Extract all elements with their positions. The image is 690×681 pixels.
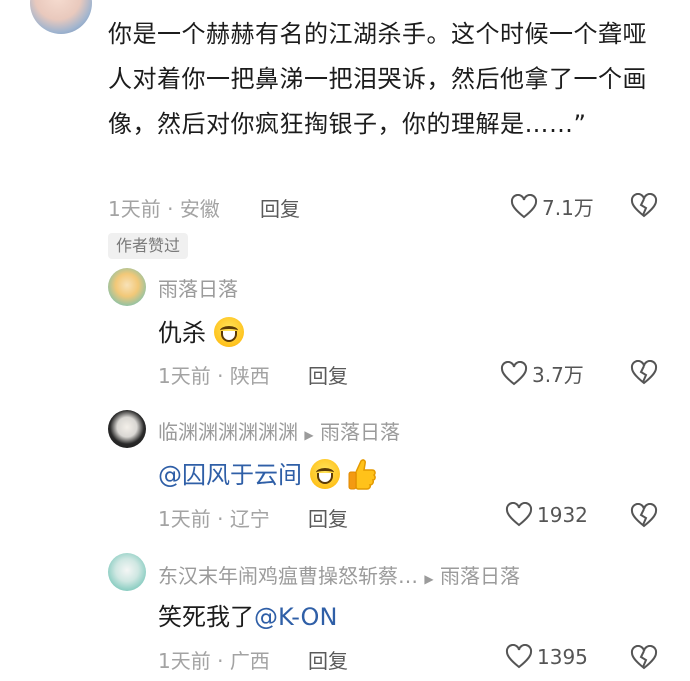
reply-button[interactable]: 回复: [308, 360, 348, 389]
mention-link[interactable]: @K-ON: [254, 603, 337, 631]
avatar[interactable]: [108, 410, 146, 448]
reply-text-content: 笑死我了: [158, 603, 254, 631]
reply-location: 广西: [229, 649, 270, 673]
avatar[interactable]: [30, 0, 92, 34]
broken-heart-icon[interactable]: [630, 645, 658, 671]
like-count: 1932: [537, 503, 588, 527]
comment-time: 1天前: [108, 197, 161, 221]
reply-button[interactable]: 回复: [308, 645, 348, 674]
reply-meta: 1天前 · 陕西: [158, 360, 270, 389]
triangle-right-icon: ▶: [304, 428, 314, 442]
comment-meta: 1天前 · 安徽: [108, 193, 220, 222]
reply-username-row: 东汉末年闹鸡瘟曹操怒斩蔡… ▶ 雨落日落: [158, 560, 520, 589]
reply-text-content: 仇杀: [158, 319, 206, 347]
heart-outline-icon: [505, 502, 533, 527]
reply-text: 笑死我了@K-ON: [158, 597, 337, 632]
reply-to-username[interactable]: 雨落日落: [440, 564, 520, 588]
reply-text: @囚风于云间: [158, 455, 377, 491]
reply-button[interactable]: 回复: [260, 193, 300, 222]
reply-username-row: 临渊渊渊渊渊渊 ▶ 雨落日落: [158, 416, 400, 445]
grinning-face-emoji: [309, 459, 340, 489]
avatar[interactable]: [108, 268, 146, 306]
avatar[interactable]: [108, 553, 146, 591]
triangle-right-icon: ▶: [424, 572, 434, 586]
mention-link[interactable]: @囚风于云间: [158, 461, 302, 489]
separator: ·: [217, 649, 224, 673]
broken-heart-icon[interactable]: [630, 360, 658, 386]
separator: ·: [167, 197, 174, 221]
like-button[interactable]: 3.7万: [500, 359, 584, 388]
like-button[interactable]: 1395: [505, 644, 588, 670]
reply-meta: 1天前 · 广西: [158, 645, 270, 674]
reply-username[interactable]: 临渊渊渊渊渊渊: [158, 420, 298, 444]
heart-outline-icon: [500, 360, 528, 385]
reply-time: 1天前: [158, 649, 211, 673]
reply-username[interactable]: 东汉末年闹鸡瘟曹操怒斩蔡…: [158, 564, 418, 588]
reply-to-username[interactable]: 雨落日落: [320, 420, 400, 444]
separator: ·: [217, 507, 224, 531]
like-button[interactable]: 1932: [505, 502, 588, 528]
heart-outline-icon: [505, 644, 533, 669]
like-count: 1395: [537, 645, 588, 669]
reply-meta: 1天前 · 辽宁: [158, 503, 270, 532]
reply-username[interactable]: 雨落日落: [158, 273, 238, 302]
comment-location: 安徽: [179, 197, 220, 221]
reply-time: 1天前: [158, 507, 211, 531]
author-liked-badge: 作者赞过: [108, 233, 189, 259]
thumbs-up-emoji: [348, 459, 377, 490]
broken-heart-icon[interactable]: [630, 193, 658, 219]
grinning-face-emoji: [213, 317, 244, 347]
heart-outline-icon: [510, 193, 538, 218]
reply-time: 1天前: [158, 364, 211, 388]
reply-location: 辽宁: [229, 507, 270, 531]
reply-button[interactable]: 回复: [308, 503, 348, 532]
reply-text: 仇杀: [158, 313, 244, 348]
separator: ·: [217, 364, 224, 388]
reply-location: 陕西: [229, 364, 270, 388]
broken-heart-icon[interactable]: [630, 503, 658, 529]
like-count: 7.1万: [542, 196, 594, 220]
like-button[interactable]: 7.1万: [510, 192, 594, 221]
comment-text: 你是一个赫赫有名的江湖杀手。这个时候一个聋哑人对着你一把鼻涕一把泪哭诉，然后他拿…: [108, 20, 647, 138]
like-count: 3.7万: [532, 363, 584, 387]
